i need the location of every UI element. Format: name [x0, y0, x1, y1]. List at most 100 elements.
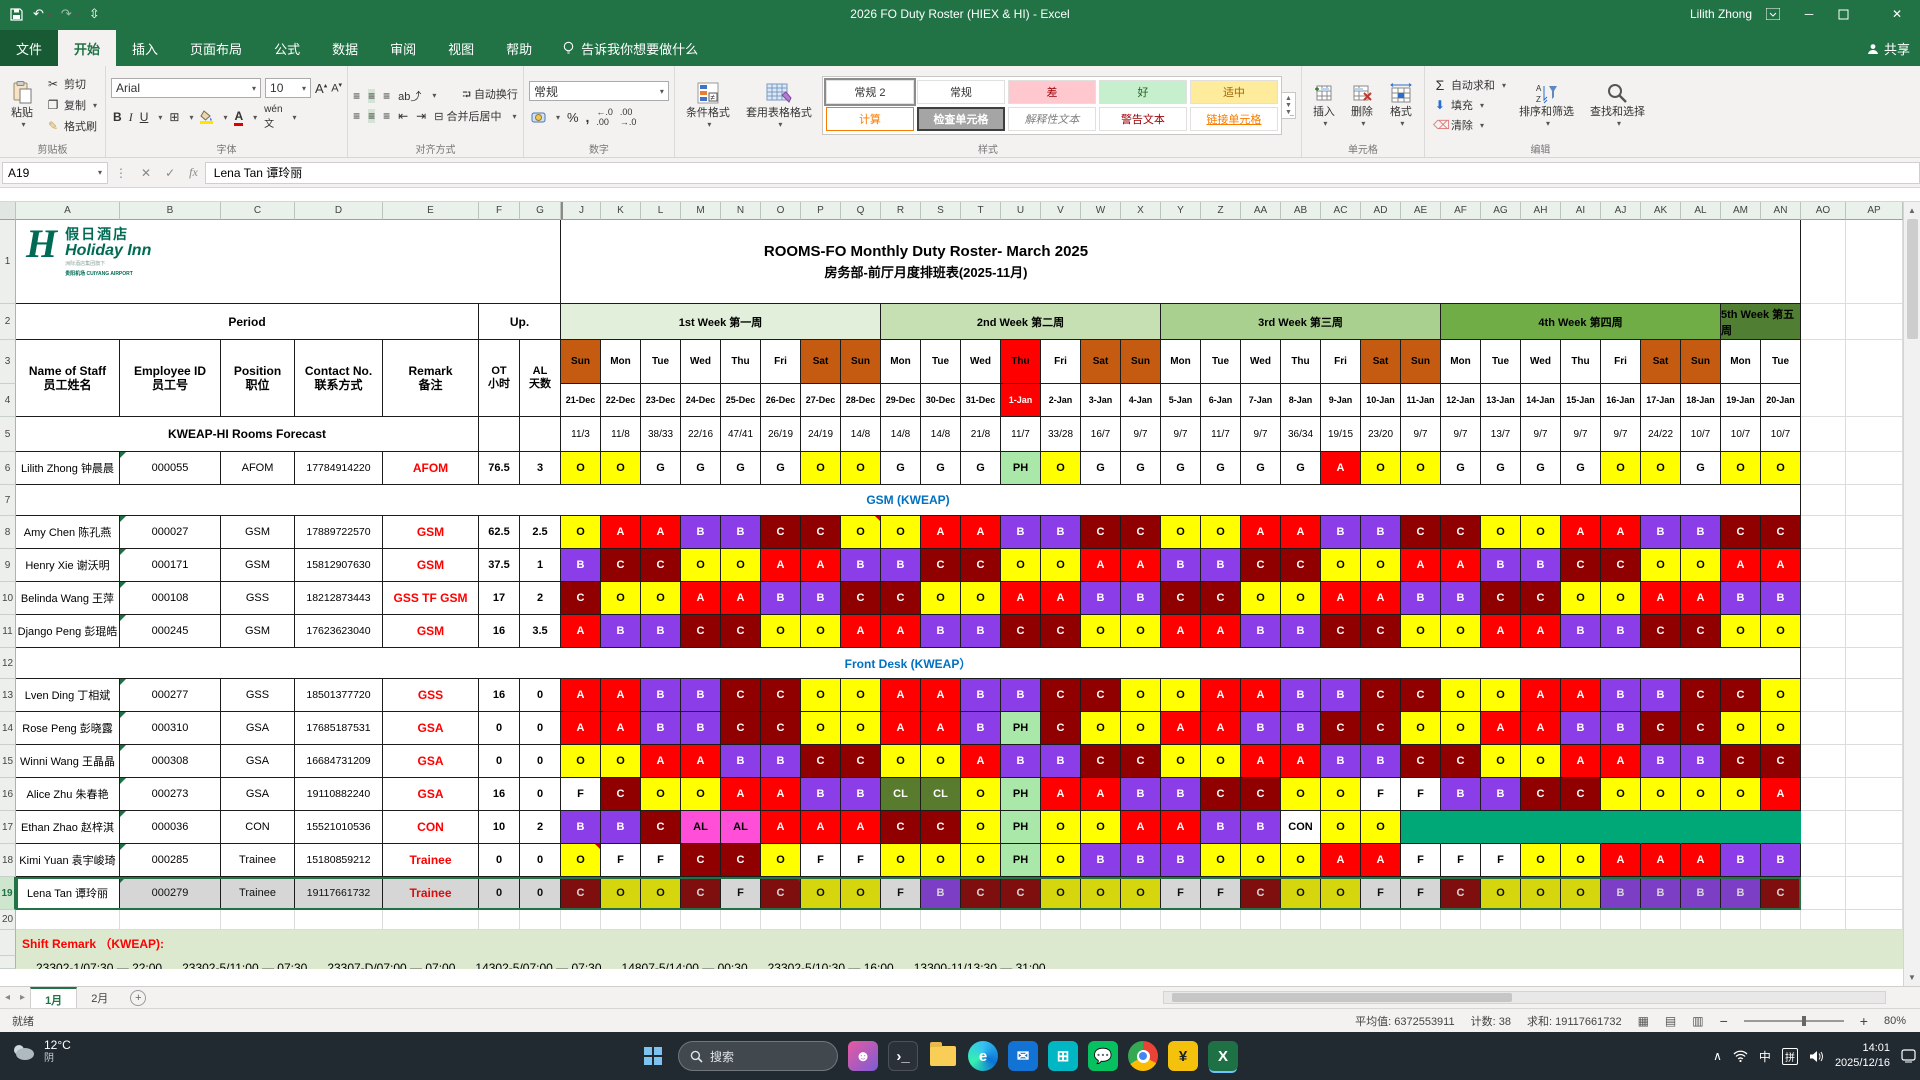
shift-cell[interactable]: A: [561, 679, 601, 712]
shift-cell[interactable]: C: [1721, 516, 1761, 549]
shift-cell[interactable]: A: [561, 615, 601, 648]
shift-cell[interactable]: C: [1681, 615, 1721, 648]
empty-cell[interactable]: [1481, 910, 1521, 930]
cell-ao[interactable]: [1801, 452, 1846, 485]
shift-cell[interactable]: O: [1041, 844, 1081, 877]
shift-cell[interactable]: C: [1081, 679, 1121, 712]
shift-cell[interactable]: O: [1161, 516, 1201, 549]
shift-cell[interactable]: C: [1001, 615, 1041, 648]
conditional-formatting-button[interactable]: ≠ 条件格式▾: [680, 69, 736, 141]
shift-cell[interactable]: [1401, 811, 1441, 844]
staff-name[interactable]: Henry Xie 谢沃明: [16, 549, 120, 582]
day-name-header[interactable]: Thu: [721, 340, 761, 384]
app-icon-file-explorer[interactable]: [928, 1041, 958, 1071]
shift-cell[interactable]: B: [601, 811, 641, 844]
empty-cell[interactable]: [721, 910, 761, 930]
staff-position[interactable]: GSA: [221, 712, 295, 745]
column-header-Y[interactable]: Y: [1161, 202, 1201, 220]
column-header-J[interactable]: J: [561, 202, 601, 220]
column-header-AO[interactable]: AO: [1801, 202, 1846, 220]
shift-cell[interactable]: A: [921, 516, 961, 549]
cell-ap[interactable]: [1846, 485, 1903, 516]
shift-cell[interactable]: O: [761, 615, 801, 648]
shift-cell[interactable]: B: [641, 712, 681, 745]
shift-cell[interactable]: O: [1201, 516, 1241, 549]
column-header-AB[interactable]: AB: [1281, 202, 1321, 220]
paste-button[interactable]: 粘贴▾: [5, 69, 39, 141]
shift-cell[interactable]: B: [961, 615, 1001, 648]
staff-al[interactable]: 0: [520, 745, 561, 778]
cell-ap[interactable]: [1846, 745, 1903, 778]
shift-cell[interactable]: F: [1361, 877, 1401, 910]
shift-cell[interactable]: F: [801, 844, 841, 877]
day-name-header[interactable]: Thu: [1001, 340, 1041, 384]
column-header-L[interactable]: L: [641, 202, 681, 220]
shift-cell[interactable]: O: [1401, 452, 1441, 485]
shift-cell[interactable]: C: [641, 811, 681, 844]
shift-cell[interactable]: A: [1721, 549, 1761, 582]
bold-button[interactable]: B: [113, 110, 122, 124]
shift-cell[interactable]: A: [1321, 582, 1361, 615]
staff-al[interactable]: 1: [520, 549, 561, 582]
page-layout-view-icon[interactable]: ▤: [1665, 1014, 1676, 1028]
shift-cell[interactable]: B: [1201, 811, 1241, 844]
shift-cell[interactable]: O: [1601, 778, 1641, 811]
cell-style-item[interactable]: 常规 2: [826, 80, 914, 104]
staff-ot[interactable]: 16: [479, 778, 520, 811]
staff-ot[interactable]: 0: [479, 712, 520, 745]
cell-ap[interactable]: [1846, 452, 1903, 485]
shift-cell[interactable]: B: [1681, 877, 1721, 910]
cell-ao[interactable]: [1801, 648, 1846, 679]
shift-cell[interactable]: B: [1601, 877, 1641, 910]
day-name-header[interactable]: Fri: [1601, 340, 1641, 384]
shift-cell[interactable]: A: [841, 615, 881, 648]
day-name-header[interactable]: Sun: [1681, 340, 1721, 384]
date-header[interactable]: 7-Jan: [1241, 384, 1281, 417]
shift-cell[interactable]: O: [721, 549, 761, 582]
staff-remark[interactable]: Trainee: [383, 877, 479, 910]
shift-cell[interactable]: C: [1561, 549, 1601, 582]
shift-cell[interactable]: C: [1041, 679, 1081, 712]
day-name-header[interactable]: Mon: [601, 340, 641, 384]
day-name-header[interactable]: Thu: [1561, 340, 1601, 384]
minimize-button[interactable]: ─: [1794, 7, 1824, 21]
wrap-text-button[interactable]: ⮒ 自动换行: [462, 86, 518, 105]
col-header-contact-no-[interactable]: Contact No.联系方式: [295, 340, 383, 417]
shift-cell[interactable]: O: [1681, 549, 1721, 582]
shift-cell[interactable]: B: [721, 745, 761, 778]
week-band-1[interactable]: 1st Week 第一周: [561, 304, 881, 340]
shift-cell[interactable]: B: [561, 549, 601, 582]
shift-cell[interactable]: O: [1561, 877, 1601, 910]
day-name-header[interactable]: Tue: [1201, 340, 1241, 384]
percent-style-icon[interactable]: %: [567, 110, 579, 125]
shift-cell[interactable]: O: [601, 582, 641, 615]
select-all-corner[interactable]: [0, 202, 16, 220]
share-button[interactable]: 共享: [1867, 39, 1910, 58]
shift-cell[interactable]: B: [801, 778, 841, 811]
row-header-12[interactable]: 12: [0, 648, 16, 679]
cell-ap[interactable]: [1846, 844, 1903, 877]
date-header[interactable]: 26-Dec: [761, 384, 801, 417]
shift-cell[interactable]: [1481, 811, 1521, 844]
network-icon[interactable]: [1733, 1050, 1748, 1062]
shift-cell[interactable]: C: [1161, 582, 1201, 615]
column-header-Z[interactable]: Z: [1201, 202, 1241, 220]
ot-header[interactable]: OT小时: [479, 340, 520, 417]
shift-cell[interactable]: O: [1121, 712, 1161, 745]
align-left-icon[interactable]: ≡: [353, 109, 360, 123]
shift-cell[interactable]: O: [1721, 778, 1761, 811]
day-name-header[interactable]: Sat: [1361, 340, 1401, 384]
col-header-remark[interactable]: Remark备注: [383, 340, 479, 417]
day-name-header[interactable]: Tue: [1761, 340, 1801, 384]
undo-icon[interactable]: ↶▾: [33, 6, 51, 22]
shift-cell[interactable]: B: [1601, 679, 1641, 712]
page-break-view-icon[interactable]: ▥: [1692, 1014, 1703, 1028]
shift-cell[interactable]: A: [1601, 745, 1641, 778]
empty-cell[interactable]: [1641, 910, 1681, 930]
staff-contact[interactable]: 17784914220: [295, 452, 383, 485]
staff-contact[interactable]: 16684731209: [295, 745, 383, 778]
cell-ao[interactable]: [1801, 910, 1846, 930]
shift-cell[interactable]: C: [1241, 778, 1281, 811]
shift-cell[interactable]: O: [1441, 712, 1481, 745]
staff-contact[interactable]: 18501377720: [295, 679, 383, 712]
